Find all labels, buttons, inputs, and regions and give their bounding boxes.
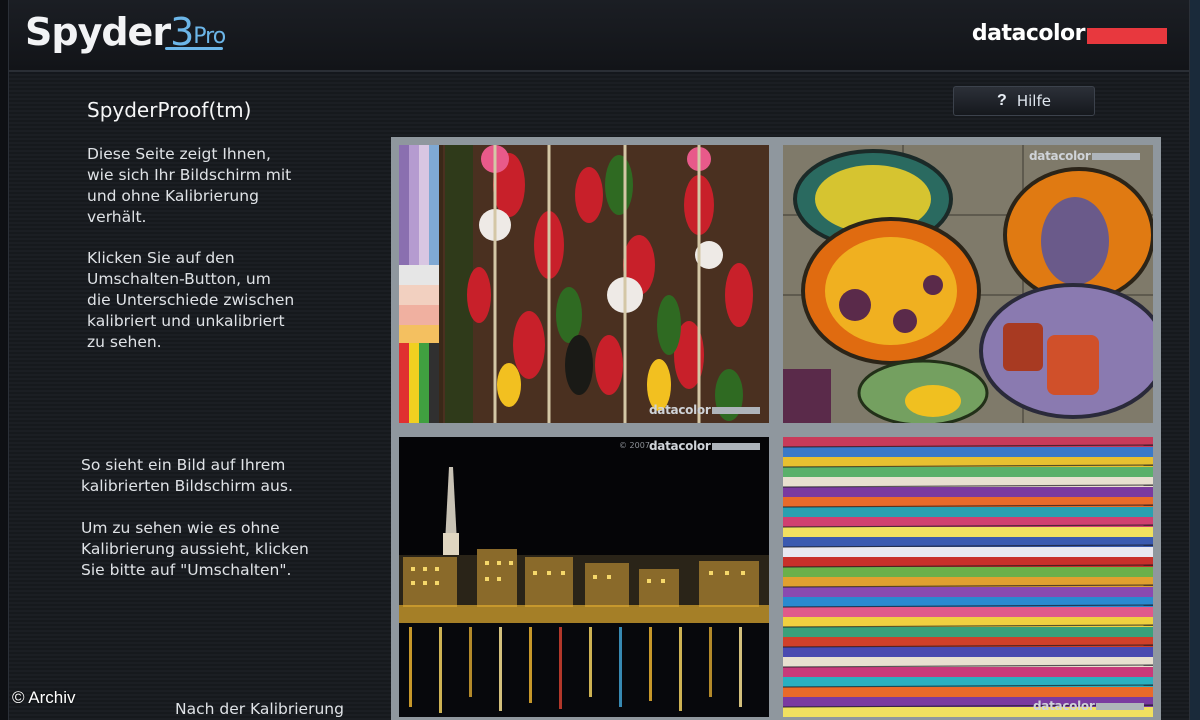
ceramic-plates-image [783, 145, 1153, 423]
color-swatch-strip [399, 145, 439, 423]
help-label: Hilfe [1016, 92, 1051, 110]
textiles-image [783, 437, 1153, 717]
peppers-image [399, 145, 769, 423]
tile-textiles: datacolor [783, 437, 1153, 717]
brand-logo: datacolor [972, 20, 1167, 46]
desktop-edge [1190, 0, 1200, 720]
app-edition: Pro [193, 24, 226, 49]
calibrated-status-text: So sieht ein Bild auf Ihrem kalibrierten… [81, 456, 293, 495]
app-name: Spyder [25, 10, 171, 54]
watermark: datacolor [649, 439, 761, 453]
watermark: datacolor [1033, 699, 1145, 713]
proof-image-gallery: datacolor datacolor © 2007 datacolor dat… [391, 137, 1161, 720]
intro-text: Diese Seite zeigt Ihnen, wie sich Ihr Bi… [87, 145, 292, 226]
photo-credit: © Archiv [12, 688, 76, 707]
page-title: SpyderProof(tm) [87, 98, 252, 122]
help-button[interactable]: ? Hilfe [953, 86, 1095, 116]
toggle-hint-text: Um zu sehen wie es ohne Kalibrierung aus… [81, 519, 309, 579]
main-content: SpyderProof(tm) ? Hilfe Diese Seite zeig… [9, 74, 1189, 720]
instruction-text: Klicken Sie auf den Umschalten-Button, u… [87, 249, 295, 351]
watermark: datacolor [649, 403, 761, 417]
copyright-note: © 2007 [619, 441, 650, 450]
watermark: datacolor [1029, 149, 1141, 163]
brand-bar [1087, 28, 1167, 44]
logo-swoosh [165, 47, 223, 50]
tile-night-city: © 2007 datacolor [399, 437, 769, 717]
spyder-window: Spyder3Pro datacolor SpyderProof(tm) ? H… [8, 0, 1190, 720]
night-city-image [399, 437, 769, 717]
tile-ceramic-plates: datacolor [783, 145, 1153, 423]
after-calibration-label: Nach der Kalibrierung [175, 700, 344, 718]
question-icon: ? [997, 92, 1007, 109]
tile-peppers: datacolor [399, 145, 769, 423]
header: Spyder3Pro datacolor [9, 0, 1189, 72]
brand-name: datacolor [971, 20, 1086, 46]
